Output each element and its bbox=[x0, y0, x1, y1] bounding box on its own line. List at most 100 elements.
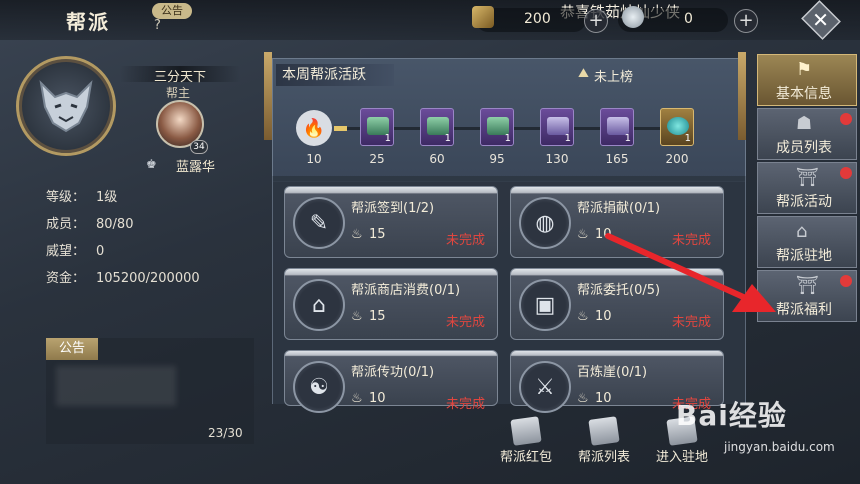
guild-list-button[interactable]: 帮派列表 bbox=[574, 416, 634, 468]
task-name: 帮派商店消费(0/1) bbox=[351, 283, 461, 298]
reward-count: 1 bbox=[624, 133, 631, 144]
tab-guild-activity[interactable]: ⛩ 帮派活动 bbox=[757, 162, 857, 214]
task-card[interactable]: ⌂ 帮派商店消费(0/1) ♨ 15 未完成 bbox=[284, 268, 498, 340]
task-status: 未完成 bbox=[445, 233, 485, 248]
wolf-emblem-icon bbox=[39, 80, 93, 133]
reward-green-chest[interactable]: 1 bbox=[420, 108, 454, 146]
red-arrow-annotation bbox=[605, 233, 776, 312]
milestone-points: 165 bbox=[605, 152, 629, 166]
flame-icon: ♨ bbox=[351, 227, 363, 242]
milestone-points: 130 bbox=[545, 152, 569, 166]
flame-icon: ♨ bbox=[577, 309, 589, 324]
tab-basic-info[interactable]: ⚑ 基本信息 bbox=[757, 54, 857, 106]
tab-label: 成员列表 bbox=[776, 140, 832, 156]
mountain-icon: ⛰ bbox=[578, 66, 589, 81]
tab-member-list[interactable]: ☗ 成员列表 bbox=[757, 108, 857, 160]
swords-icon: ⚔ bbox=[519, 361, 571, 413]
reward-purple-chest[interactable]: 1 bbox=[600, 108, 634, 146]
temple-gift-icon: ⛩ bbox=[796, 275, 819, 296]
guild-red-packet-button[interactable]: 帮派红包 bbox=[496, 416, 556, 468]
flag-icon: ⚑ bbox=[796, 59, 813, 80]
task-points: 15 bbox=[369, 309, 386, 324]
leader-level-badge: 34 bbox=[190, 140, 208, 154]
task-name: 帮派捐献(0/1) bbox=[577, 201, 661, 216]
task-name: 帮派传功(0/1) bbox=[351, 365, 435, 380]
add-currency2-button[interactable]: + bbox=[734, 9, 758, 33]
page-title: 帮派 bbox=[66, 10, 110, 34]
stat-row: 资金： 105200/200000 bbox=[46, 271, 200, 286]
top-bar bbox=[0, 0, 860, 40]
currency2-value: 0 bbox=[684, 11, 693, 27]
currency1-value: 200 bbox=[524, 11, 551, 27]
activity-progress-fill bbox=[334, 126, 347, 131]
task-name: 百炼崖(0/1) bbox=[577, 365, 648, 380]
reward-count: 1 bbox=[564, 133, 571, 144]
base-icon: ⌂ bbox=[796, 221, 808, 242]
notification-dot bbox=[840, 167, 852, 179]
notification-dot bbox=[840, 275, 852, 287]
milestone-points: 95 bbox=[489, 152, 505, 166]
tab-label: 基本信息 bbox=[776, 86, 832, 102]
add-currency1-button[interactable]: + bbox=[584, 9, 608, 33]
reward-count: 1 bbox=[684, 133, 691, 144]
scroll-currency-icon bbox=[472, 6, 494, 28]
guild-stats: 等级： 1级 成员： 80/80 威望： 0 资金： 105200/200000 bbox=[46, 186, 200, 294]
red-packet-icon bbox=[510, 416, 542, 446]
scroll-list-icon bbox=[588, 416, 620, 446]
reward-count: 1 bbox=[444, 133, 451, 144]
milestone-points: 200 bbox=[665, 152, 689, 166]
flame-icon: ♨ bbox=[351, 309, 363, 324]
stat-row: 威望： 0 bbox=[46, 244, 105, 259]
task-points: 10 bbox=[595, 391, 612, 406]
activity-flame-icon: 🔥 bbox=[296, 110, 332, 146]
scroll-rod-left bbox=[264, 52, 272, 140]
task-points: 10 bbox=[369, 391, 386, 406]
guild-emblem[interactable] bbox=[16, 56, 116, 156]
silver-currency-icon bbox=[622, 6, 644, 28]
leader-name: 蓝露华 bbox=[176, 160, 216, 175]
reward-gem[interactable]: 1 bbox=[660, 108, 694, 146]
meditation-icon: ☯ bbox=[293, 361, 345, 413]
milestone-points: 60 bbox=[429, 152, 445, 166]
tab-label: 帮派活动 bbox=[776, 194, 832, 210]
task-status: 未完成 bbox=[445, 315, 485, 330]
reward-count: 1 bbox=[504, 133, 511, 144]
reward-green-chest[interactable]: 1 bbox=[480, 108, 514, 146]
stat-row: 等级： 1级 bbox=[46, 190, 118, 205]
crown-icon: ♚ bbox=[146, 157, 157, 171]
leader-label: 帮主 bbox=[166, 86, 191, 100]
task-points: 15 bbox=[369, 227, 386, 242]
notice-blurred-text bbox=[56, 366, 176, 406]
task-status: 未完成 bbox=[445, 397, 485, 412]
flame-icon: ♨ bbox=[577, 391, 589, 406]
guild-name: 三分天下 bbox=[120, 66, 240, 85]
reward-purple-chest[interactable]: 1 bbox=[540, 108, 574, 146]
chest-icon: ▣ bbox=[519, 279, 571, 331]
temple-icon: ⛩ bbox=[796, 167, 819, 188]
reward-count: 1 bbox=[384, 133, 391, 144]
baidu-watermark: Bai经验 bbox=[676, 399, 787, 432]
current-activity-value: 10 bbox=[306, 152, 322, 166]
reward-green-chest[interactable]: 1 bbox=[360, 108, 394, 146]
stat-row: 成员： 80/80 bbox=[46, 217, 134, 232]
notice-header: 公告 bbox=[46, 338, 98, 360]
task-name: 帮派签到(1/2) bbox=[351, 201, 435, 216]
feather-icon: ✎ bbox=[293, 197, 345, 249]
notice-char-count: 23/30 bbox=[208, 426, 243, 440]
task-card[interactable]: ✎ 帮派签到(1/2) ♨ 15 未完成 bbox=[284, 186, 498, 258]
weekly-activity-title: 本周帮派活跃 bbox=[276, 64, 394, 86]
baidu-watermark-url: jingyan.baidu.com bbox=[724, 440, 835, 454]
flame-icon: ♨ bbox=[577, 227, 589, 242]
flame-icon: ♨ bbox=[351, 391, 363, 406]
shop-icon: ⌂ bbox=[293, 279, 345, 331]
notification-dot bbox=[840, 113, 852, 125]
money-bag-icon: ◍ bbox=[519, 197, 571, 249]
rank-status: 未上榜 bbox=[594, 70, 634, 85]
close-icon: ✕ bbox=[812, 8, 830, 32]
scroll-rod-right bbox=[738, 52, 746, 140]
notice-question-icon[interactable]: ? bbox=[154, 18, 161, 33]
notice-tag[interactable]: 公告 bbox=[152, 3, 192, 19]
members-icon: ☗ bbox=[796, 113, 813, 134]
milestone-points: 25 bbox=[369, 152, 385, 166]
task-card[interactable]: ☯ 帮派传功(0/1) ♨ 10 未完成 bbox=[284, 350, 498, 413]
